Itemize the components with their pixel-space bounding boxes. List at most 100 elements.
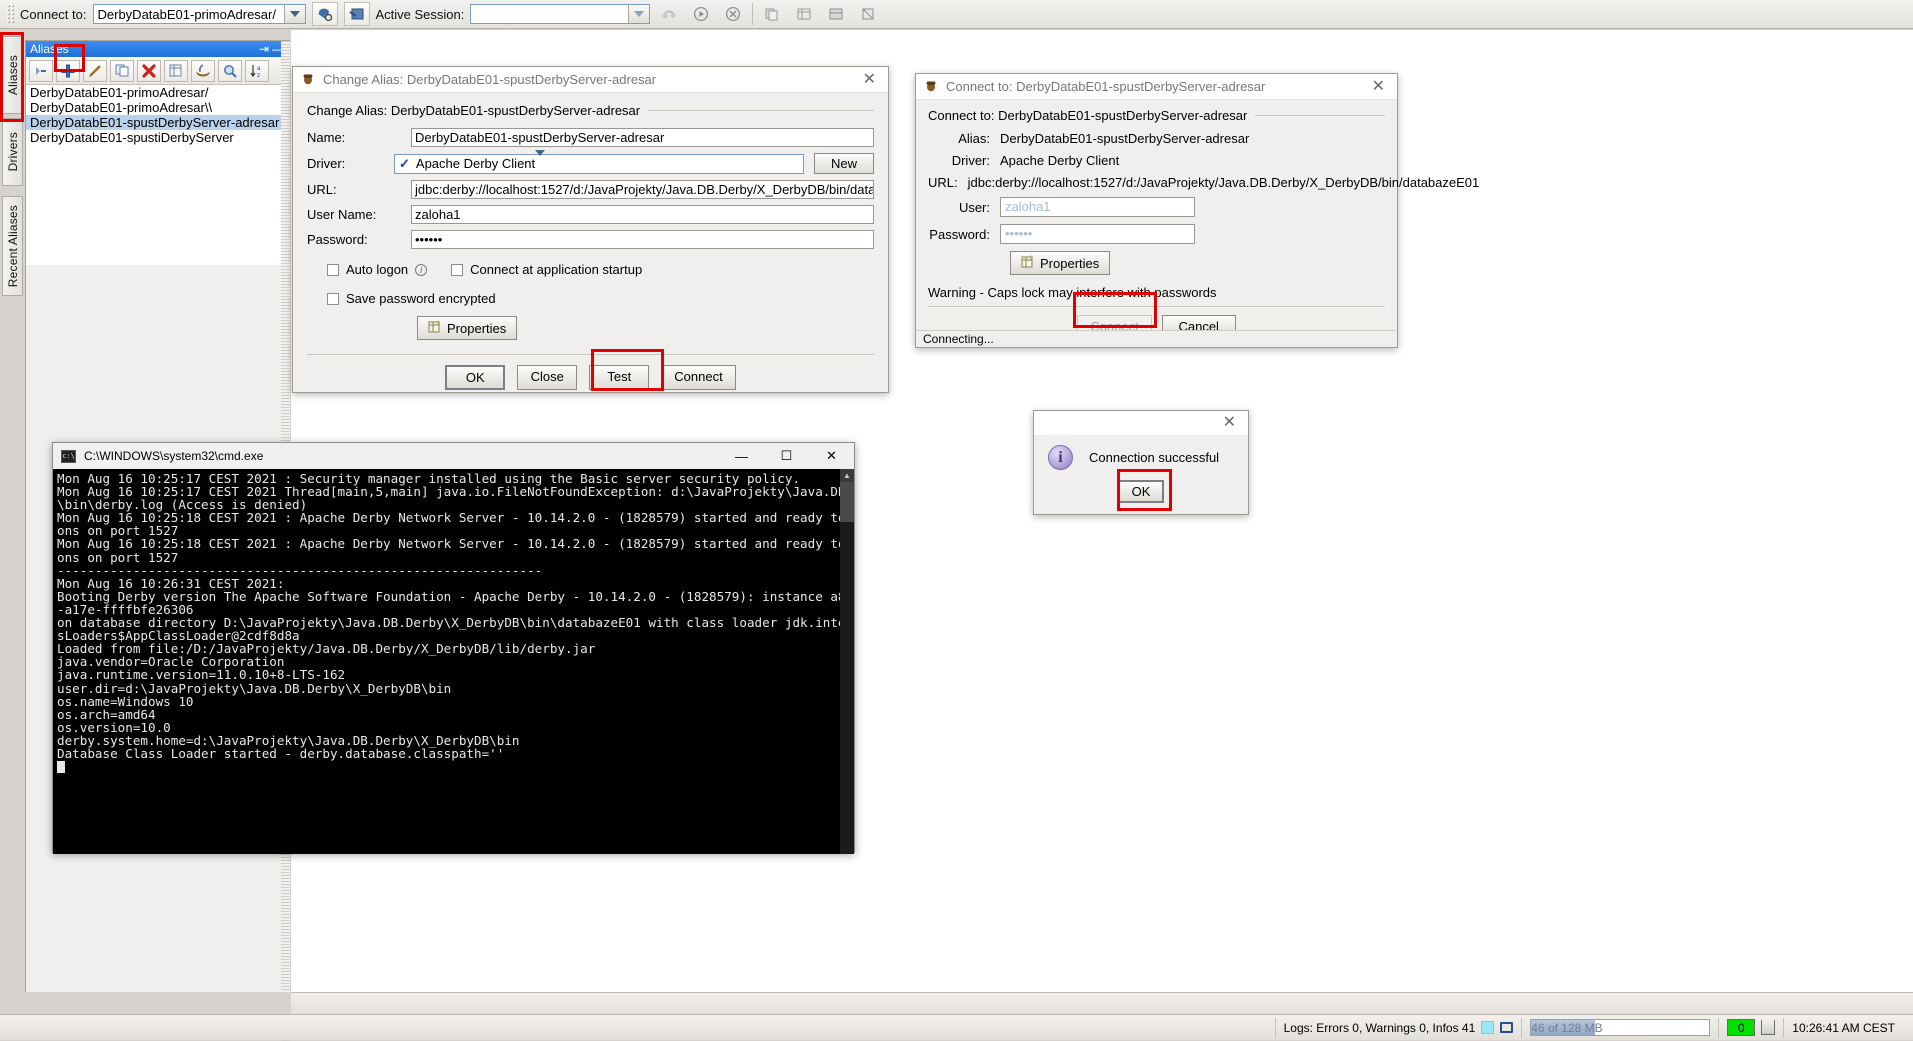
connect-button[interactable]: Connect [661,365,735,390]
checkbox-box [451,264,463,276]
connect-alias-icon[interactable] [29,60,53,82]
auto-logon-label: Auto logon [346,262,408,277]
new-sql-editor-icon[interactable] [344,2,370,26]
toolbar-drag-handle[interactable] [6,3,14,25]
table-icon[interactable] [791,2,817,26]
connect-to-dropdown-arrow[interactable] [284,5,305,23]
cmd-window-title: C:\WINDOWS\system32\cmd.exe [84,449,719,463]
copy-alias-icon[interactable] [110,60,134,82]
active-session-dropdown-arrow[interactable] [628,5,649,23]
log-color-swatch [1481,1021,1494,1034]
auto-logon-checkbox[interactable]: Auto logon i [327,262,427,277]
console-caret [57,761,65,773]
logs-status-cell[interactable]: Logs: Errors 0, Warnings 0, Infos 41 [1275,1018,1522,1038]
password-input[interactable]: •••••• [1000,224,1195,244]
password-input[interactable]: •••••• [411,230,874,249]
close-button[interactable]: ✕ [809,443,854,469]
properties-icon [1021,255,1035,271]
close-icon[interactable]: ✕ [859,72,880,88]
delete-alias-icon[interactable] [137,60,161,82]
info-icon[interactable]: i [415,264,427,276]
new-session-icon[interactable] [312,2,338,26]
close-icon[interactable]: ✕ [1368,79,1389,95]
cancel-execution-icon[interactable] [720,2,746,26]
search-alias-icon[interactable] [218,60,242,82]
import-alias-icon[interactable] [191,60,215,82]
password-label: Password: [928,227,1000,242]
list-item[interactable]: DerbyDatabE01-primoAdresar/ [26,85,289,100]
memory-progress-bar[interactable]: 46 of 128 MB [1530,1019,1710,1036]
editor-bottom-bar [291,992,1913,1014]
panel-pin-icon[interactable]: ⇥ [257,42,271,56]
test-button[interactable]: Test [589,365,649,390]
aliases-panel-titlebar: Aliases ⇥ — [26,41,289,57]
alias-list[interactable]: DerbyDatabE01-primoAdresar/ DerbyDatabE0… [26,85,289,265]
acorn-icon [301,71,315,88]
driver-value: Apache Derby Client [416,156,535,171]
ok-button[interactable]: OK [445,365,505,390]
sidebar-tab-aliases-label: Aliases [6,55,20,95]
grid-icon[interactable] [823,2,849,26]
scroll-thumb[interactable] [840,482,854,522]
user-label: User: [928,200,1000,215]
url-row: URL: jdbc:derby://localhost:1527/d:/Java… [928,175,1385,190]
cmd-scrollbar[interactable]: ▲ [840,469,854,854]
memory-status-cell[interactable]: 46 of 128 MB [1521,1018,1718,1038]
undo-icon[interactable] [656,2,682,26]
close-icon[interactable]: ✕ [1219,415,1240,431]
name-input[interactable]: DerbyDatabE01-spustDerbyServer-adresar [411,128,874,147]
edit-alias-icon[interactable] [83,60,107,82]
notification-cell[interactable]: 0 [1718,1018,1783,1038]
ok-button[interactable]: OK [1118,480,1165,503]
list-item[interactable]: DerbyDatabE01-primoAdresar\\ [26,100,289,115]
add-alias-icon[interactable] [56,60,80,82]
connect-dialog-title: Connect to: DerbyDatabE01-spustDerbyServ… [946,79,1360,94]
new-from-template-icon[interactable] [164,60,188,82]
driver-dropdown-arrow[interactable] [535,156,545,171]
save-password-encrypted-checkbox[interactable]: Save password encrypted [327,291,874,306]
connect-group-header: Connect to: DerbyDatabE01-spustDerbyServ… [928,108,1385,123]
new-driver-button[interactable]: New [814,153,874,174]
lower-left-strip [0,992,291,1014]
sidebar-tab-drivers[interactable]: Drivers [2,118,23,186]
cmd-console-body[interactable]: Mon Aug 16 10:25:17 CEST 2021 : Security… [53,469,854,854]
status-bar: Logs: Errors 0, Warnings 0, Infos 41 46 … [0,1014,1913,1040]
properties-button[interactable]: Properties [417,316,517,340]
driver-combobox[interactable]: ✓ Apache Derby Client [394,154,804,174]
memory-status-text: 46 of 128 MB [1531,1021,1602,1035]
change-alias-title: Change Alias: DerbyDatabE01-spustDerbySe… [323,72,851,87]
list-item[interactable]: DerbyDatabE01-spustiDerbyServer [26,130,289,145]
change-alias-group-label: Change Alias: DerbyDatabE01-spustDerbySe… [307,103,640,118]
clock-text: 10:26:41 AM CEST [1792,1021,1895,1035]
scroll-up-arrow[interactable]: ▲ [840,469,854,482]
information-icon: i [1048,445,1073,470]
execute-sql-icon[interactable] [688,2,714,26]
minimize-button[interactable]: — [719,443,764,469]
driver-value: Apache Derby Client [1000,153,1119,168]
sidebar-tab-aliases[interactable]: Aliases [2,36,23,114]
properties-toolbar-icon[interactable] [855,2,881,26]
properties-button[interactable]: Properties [1010,251,1110,275]
monitor-icon[interactable] [1500,1022,1513,1033]
driver-label: Driver: [307,156,394,171]
user-input[interactable]: zaloha1 [1000,197,1195,217]
properties-button-label: Properties [1040,256,1099,271]
maximize-button[interactable]: ☐ [764,443,809,469]
url-input[interactable]: jdbc:derby://localhost:1527/d:/JavaProje… [411,180,874,199]
list-item[interactable]: DerbyDatabE01-spustDerbyServer-adresar [26,115,289,130]
connect-group-label: Connect to: DerbyDatabE01-spustDerbyServ… [928,108,1247,123]
sort-alias-icon[interactable]: az [245,60,269,82]
url-value: jdbc:derby://localhost:1527/d:/JavaProje… [968,175,1480,190]
properties-button-label: Properties [447,321,506,336]
active-session-combobox[interactable] [470,4,650,24]
trash-icon[interactable] [1761,1020,1775,1035]
sidebar-tab-recent-aliases[interactable]: Recent Aliases [2,196,23,296]
username-input[interactable]: zaloha1 [411,205,874,224]
connect-at-startup-checkbox[interactable]: Connect at application startup [451,262,642,277]
connect-to-combobox[interactable]: DerbyDatabE01-primoAdresar/ [93,4,306,24]
copy-icon[interactable] [759,2,785,26]
check-icon: ✓ [399,156,410,172]
properties-icon [428,320,442,336]
close-button[interactable]: Close [517,365,577,390]
alias-label: Alias: [928,131,1000,146]
